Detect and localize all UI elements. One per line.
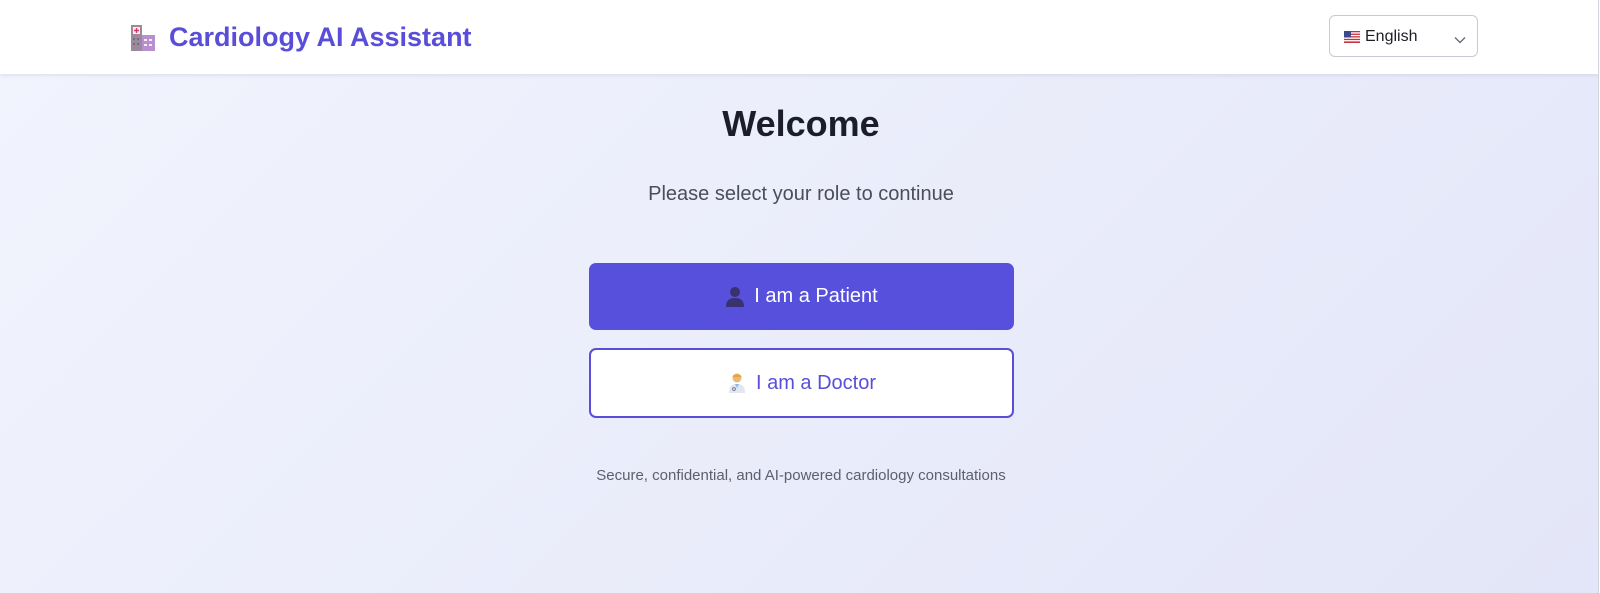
language-select[interactable]: English [1329, 15, 1478, 57]
page-title: Welcome [722, 103, 880, 144]
hospital-icon [131, 25, 155, 51]
chevron-down-icon [1454, 31, 1466, 44]
patient-button-label: I am a Patient [754, 285, 878, 307]
doctor-button-label: I am a Doctor [755, 371, 877, 394]
role-selection-panel: Welcome Please select your role to conti… [0, 74, 1598, 593]
patient-silhouette-icon [725, 286, 745, 308]
us-flag-icon [1344, 30, 1360, 43]
doctor-role-button[interactable]: I am a Doctor [589, 348, 1014, 418]
top-header: Cardiology AI Assistant English [0, 0, 1598, 74]
security-note: Secure, confidential, and AI-powered car… [596, 467, 1006, 484]
language-selected-value: English [1365, 28, 1418, 45]
patient-role-button[interactable]: I am a Patient [589, 263, 1014, 330]
doctor-icon [727, 372, 747, 394]
app-title: Cardiology AI Assistant [169, 22, 472, 52]
app-window: Cardiology AI Assistant English Welcome … [0, 0, 1599, 593]
page-subtitle: Please select your role to continue [648, 183, 954, 205]
